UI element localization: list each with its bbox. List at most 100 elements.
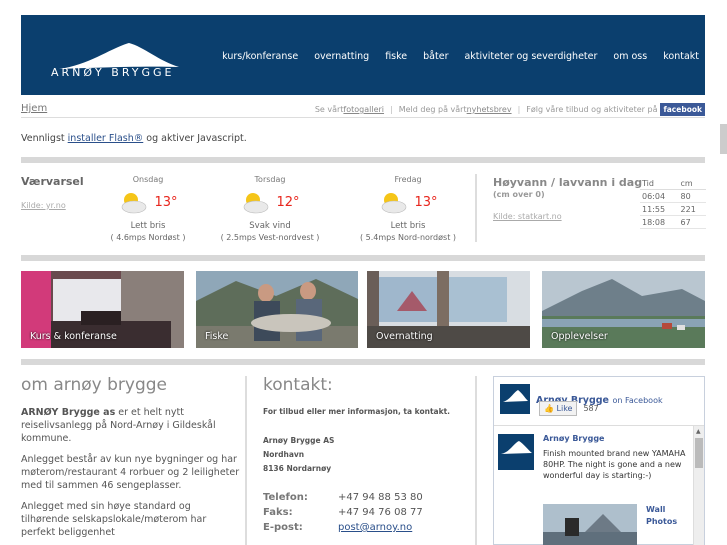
main-nav: kurs/konferanse overnatting fiske båter … xyxy=(222,51,699,62)
contact-fax: Faks: +47 94 76 08 77 xyxy=(263,507,423,518)
phone-value: +47 94 88 53 80 xyxy=(338,492,423,503)
day-name: Fredag xyxy=(394,175,422,184)
partly-cloudy-icon xyxy=(122,193,147,214)
thumbs-up-icon: 👍 xyxy=(544,404,554,413)
nav-overnatting[interactable]: overnatting xyxy=(314,51,369,62)
post-text: Finish mounted brand new YAMAHA 80HP. Th… xyxy=(543,449,686,480)
newsletter-prefix: Meld deg på vårt xyxy=(398,105,467,114)
day-description: Svak vind xyxy=(249,221,291,231)
contact-intro: For tilbud eller mer informasjon, ta kon… xyxy=(263,407,451,416)
nav-om-oss[interactable]: om oss xyxy=(613,51,647,62)
tide-level: 221 xyxy=(678,202,706,216)
newsletter-link[interactable]: nyhetsbrev xyxy=(467,105,512,114)
day-name: Torsdag xyxy=(254,175,286,184)
day-name: Onsdag xyxy=(132,175,164,184)
tide-title: Høyvann / lavvann i dag xyxy=(493,176,643,189)
address-street: Nordhavn xyxy=(263,450,305,459)
weather-source-link[interactable]: Kilde: yr.no xyxy=(21,201,66,210)
about-paragraph: Anlegget med sin høye standard og tilhør… xyxy=(21,501,207,538)
section-divider xyxy=(21,255,705,261)
divider xyxy=(21,117,705,118)
contact-address: Arnøy Brygge AS Nordhavn 8136 Nordarnøy xyxy=(263,434,334,476)
email-link[interactable]: post@arnoy.no xyxy=(338,522,412,533)
tile-label: Opplevelser xyxy=(551,331,608,342)
tide-header-time: Tid xyxy=(640,178,679,190)
gallery-link[interactable]: fotogalleri xyxy=(343,105,384,114)
partly-cloudy-icon xyxy=(244,193,269,214)
nav-kurs-konferanse[interactable]: kurs/konferanse xyxy=(222,51,298,62)
follow-text: Følg våre tilbud og aktiviteter på xyxy=(526,105,658,114)
nav-bater[interactable]: båter xyxy=(423,51,448,62)
tile-opplevelser[interactable]: Opplevelser xyxy=(542,271,705,348)
wall-photos-link[interactable]: Wall Photos xyxy=(646,504,686,528)
gallery-prefix: Se vårt xyxy=(314,105,344,114)
email-label: E-post: xyxy=(263,522,303,533)
about-text: ARNØY Brygge as er et helt nytt reiseliv… xyxy=(21,406,241,545)
top-links: Se vårt fotogalleri | Meld deg på vårt n… xyxy=(315,103,705,116)
fb-on-facebook: on Facebook xyxy=(612,395,663,405)
forecast-day: Torsdag 12° Svak vind ( 2.5mps Vest-nord… xyxy=(210,175,330,242)
tide-level: 67 xyxy=(678,215,706,229)
separator: | xyxy=(390,105,393,114)
facebook-badge[interactable]: facebook xyxy=(660,103,705,116)
tide-time: 11:55 xyxy=(640,202,679,216)
day-description: Lett bris xyxy=(390,221,426,231)
nav-fiske[interactable]: fiske xyxy=(385,51,407,62)
section-divider xyxy=(21,359,705,365)
tide-header-cm: cm xyxy=(678,178,706,190)
fb-scrollbar[interactable]: ▲ xyxy=(693,426,704,545)
tide-time: 18:08 xyxy=(640,215,679,229)
day-temperature: 12° xyxy=(276,194,300,210)
partly-cloudy-icon xyxy=(382,193,407,214)
install-flash-link[interactable]: installer Flash® xyxy=(68,133,144,144)
table-row: 06:04 80 xyxy=(640,189,706,203)
like-button[interactable]: 👍 Like xyxy=(539,401,578,416)
scrollbar-thumb[interactable] xyxy=(695,438,703,468)
tide-source-link[interactable]: Kilde: statkart.no xyxy=(493,212,562,221)
nav-kontakt[interactable]: kontakt xyxy=(663,51,699,62)
tile-label: Kurs & konferanse xyxy=(30,331,117,342)
logo-mountain-icon xyxy=(501,441,532,454)
phone-label: Telefon: xyxy=(263,492,308,503)
post-avatar[interactable] xyxy=(498,434,534,470)
vertical-divider xyxy=(475,174,477,242)
day-temperature: 13° xyxy=(154,194,178,210)
tile-fiske[interactable]: Fiske xyxy=(196,271,358,348)
tide-time: 06:04 xyxy=(640,189,679,203)
address-company: Arnøy Brygge AS xyxy=(263,436,335,445)
logo-text: ARNØY BRYGGE xyxy=(51,66,175,79)
company-name: ARNØY Brygge as xyxy=(21,407,116,418)
scroll-up-icon[interactable]: ▲ xyxy=(696,428,701,435)
vertical-divider xyxy=(475,376,477,545)
section-divider xyxy=(21,157,705,163)
tide-table: Tid cm 06:04 80 11:55 221 18:08 67 xyxy=(640,178,706,229)
contact-email: E-post: post@arnoy.no xyxy=(263,522,412,533)
flash-suffix: og aktiver Javascript. xyxy=(143,133,247,144)
day-wind: ( 2.5mps Vest-nordvest ) xyxy=(220,233,320,242)
table-row: 11:55 221 xyxy=(640,202,706,216)
about-paragraph: Anlegget består av kun nye bygninger og … xyxy=(21,454,240,491)
fax-value: +47 94 76 08 77 xyxy=(338,507,423,518)
table-row: 18:08 67 xyxy=(640,215,706,229)
fb-like-row: 👍 Like 587 xyxy=(539,401,599,416)
forecast-day: Onsdag 13° Lett bris ( 4.6mps Nordøst ) xyxy=(88,175,208,242)
tile-label: Overnatting xyxy=(376,331,433,342)
home-link[interactable]: Hjem xyxy=(21,103,47,114)
tide-level: 80 xyxy=(678,189,706,203)
side-tab[interactable] xyxy=(720,124,727,154)
facebook-like-box: Arnøy Brygge on Facebook 👍 Like 587 Arnø… xyxy=(493,376,705,545)
post-author[interactable]: Arnøy Brygge xyxy=(543,434,604,443)
forecast-day: Fredag 13° Lett bris ( 5.4mps Nord-nordø… xyxy=(348,175,468,242)
like-count: 587 xyxy=(583,404,599,413)
tide-subtitle: (cm over 0) xyxy=(493,190,545,199)
flash-prefix: Vennligst xyxy=(21,133,68,144)
contact-title: kontakt: xyxy=(263,375,333,395)
page-thumbnail[interactable] xyxy=(500,384,530,414)
tile-overnatting[interactable]: Overnatting xyxy=(367,271,530,348)
fax-label: Faks: xyxy=(263,507,293,518)
day-temperature: 13° xyxy=(414,194,438,210)
post-photo[interactable] xyxy=(543,504,637,545)
nav-aktiviteter[interactable]: aktiviteter og severdigheter xyxy=(464,51,597,62)
about-title: om arnøy brygge xyxy=(21,375,167,395)
tile-kurs-konferanse[interactable]: Kurs & konferanse xyxy=(21,271,184,348)
